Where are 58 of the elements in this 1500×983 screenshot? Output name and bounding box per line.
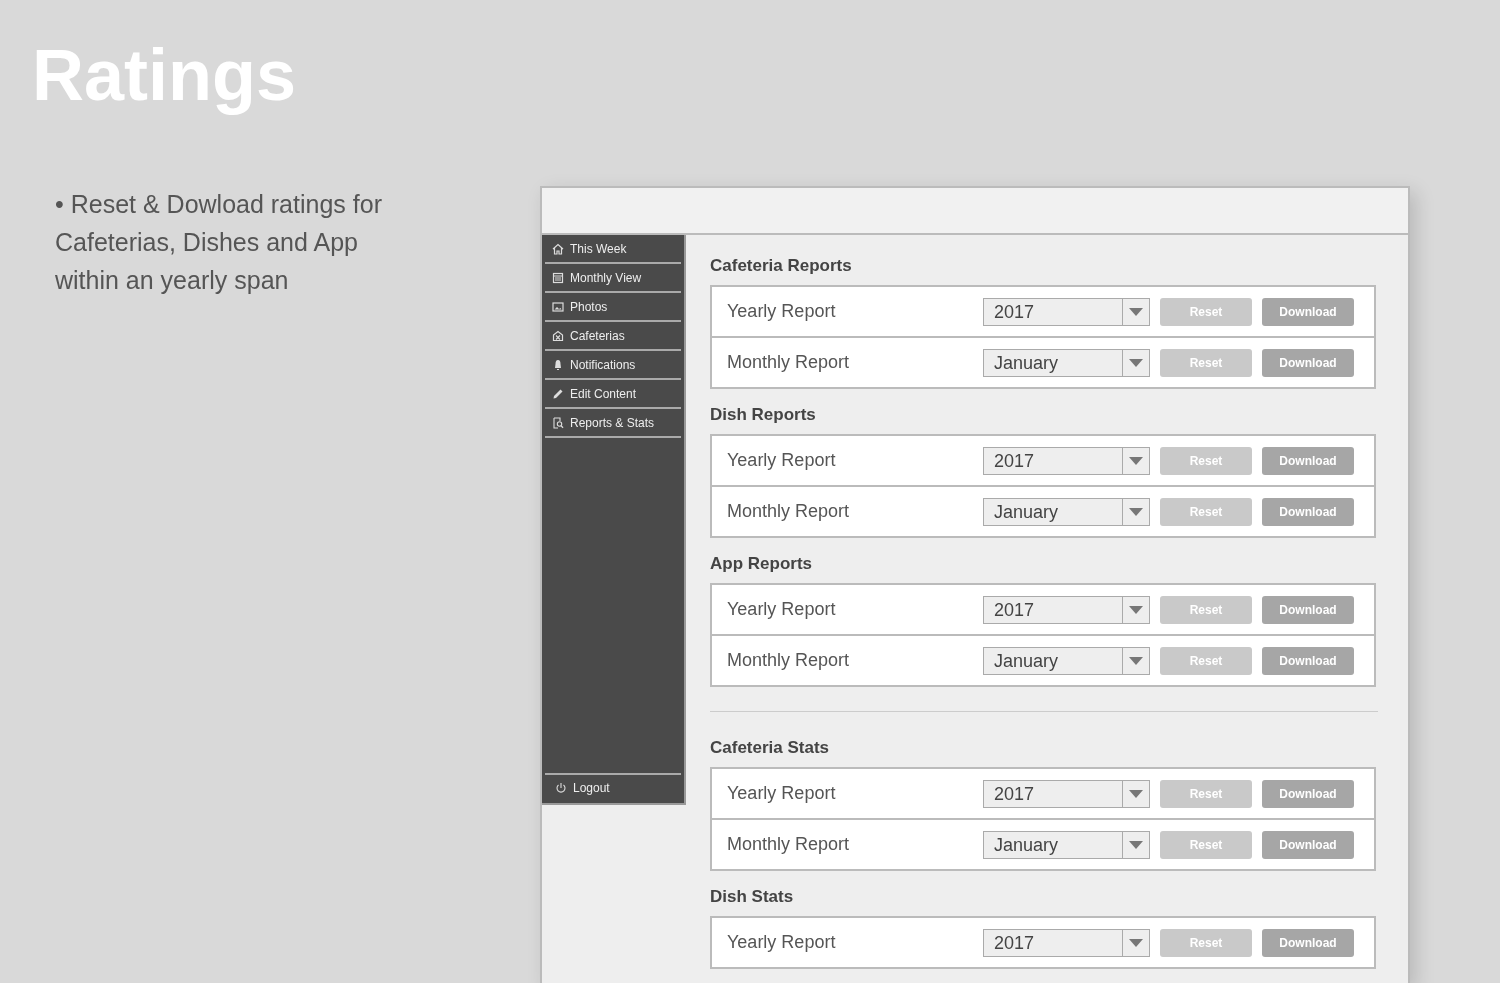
sidebar-item[interactable]: Photos: [545, 293, 681, 322]
caret-icon: [1129, 789, 1143, 798]
report-label: Yearly Report: [727, 301, 837, 322]
download-button[interactable]: Download: [1262, 595, 1354, 624]
dropdown[interactable]: January: [983, 646, 1150, 675]
dropdown[interactable]: 2017: [983, 446, 1150, 475]
download-button[interactable]: Download: [1262, 446, 1354, 475]
caret-icon: [1129, 307, 1143, 316]
caret-icon: [1129, 456, 1143, 465]
dropdown[interactable]: January: [983, 830, 1150, 859]
sidebar-item[interactable]: Monthly View: [545, 264, 681, 293]
download-button[interactable]: Download: [1262, 646, 1354, 675]
building-icon: [552, 329, 564, 342]
section-heading: Dish Reports: [710, 404, 817, 426]
dropdown[interactable]: January: [983, 497, 1150, 526]
dropdown[interactable]: 2017: [983, 779, 1150, 808]
caret-icon: [1129, 358, 1143, 367]
pencil-icon: [552, 387, 564, 400]
image-icon: [552, 300, 564, 313]
report-label: Yearly Report: [727, 450, 837, 471]
caret-icon: [1129, 507, 1143, 516]
report-search-icon: [552, 416, 564, 429]
description-text: • Reset & Dowload ratings for Cafeterias, Dishes and App within an yearly span: [55, 188, 383, 296]
sidebar-item[interactable]: Cafeterias: [545, 322, 681, 351]
dropdown[interactable]: 2017: [983, 928, 1150, 957]
download-button[interactable]: Download: [1262, 297, 1354, 326]
download-button[interactable]: Download: [1262, 779, 1354, 808]
caret-icon: [1129, 605, 1143, 614]
caret-icon: [1129, 938, 1143, 947]
download-button[interactable]: Download: [1262, 830, 1354, 859]
section-heading: Cafeteria Stats: [710, 737, 831, 759]
download-button[interactable]: Download: [1262, 497, 1354, 526]
report-label: Monthly Report: [727, 352, 851, 373]
download-button[interactable]: Download: [1262, 928, 1354, 957]
section-heading: Dish Stats: [710, 886, 795, 908]
report-label: Yearly Report: [727, 783, 837, 804]
section-heading: App Reports: [710, 553, 813, 575]
section-heading: Cafeteria Reports: [710, 255, 853, 277]
report-label: Yearly Report: [727, 599, 837, 620]
report-label: Monthly Report: [727, 501, 851, 522]
report-label: Monthly Report: [727, 834, 851, 855]
bell-icon: [552, 358, 564, 371]
caret-icon: [1129, 840, 1143, 849]
dropdown[interactable]: 2017: [983, 595, 1150, 624]
dropdown[interactable]: 2017: [983, 297, 1150, 326]
report-label: Monthly Report: [727, 650, 851, 671]
sidebar-item[interactable]: Notifications: [545, 351, 681, 380]
sidebar-item[interactable]: Reports & Stats: [545, 409, 681, 438]
logout-item[interactable]: Logout: [545, 773, 681, 801]
caret-icon: [1129, 656, 1143, 665]
dropdown[interactable]: January: [983, 348, 1150, 377]
download-button[interactable]: Download: [1262, 348, 1354, 377]
sidebar-item[interactable]: This Week: [545, 235, 681, 264]
sidebar-item[interactable]: Edit Content: [545, 380, 681, 409]
report-label: Yearly Report: [727, 932, 837, 953]
calendar-icon: [552, 271, 564, 284]
home-icon: [552, 242, 564, 255]
power-icon: [555, 782, 567, 794]
